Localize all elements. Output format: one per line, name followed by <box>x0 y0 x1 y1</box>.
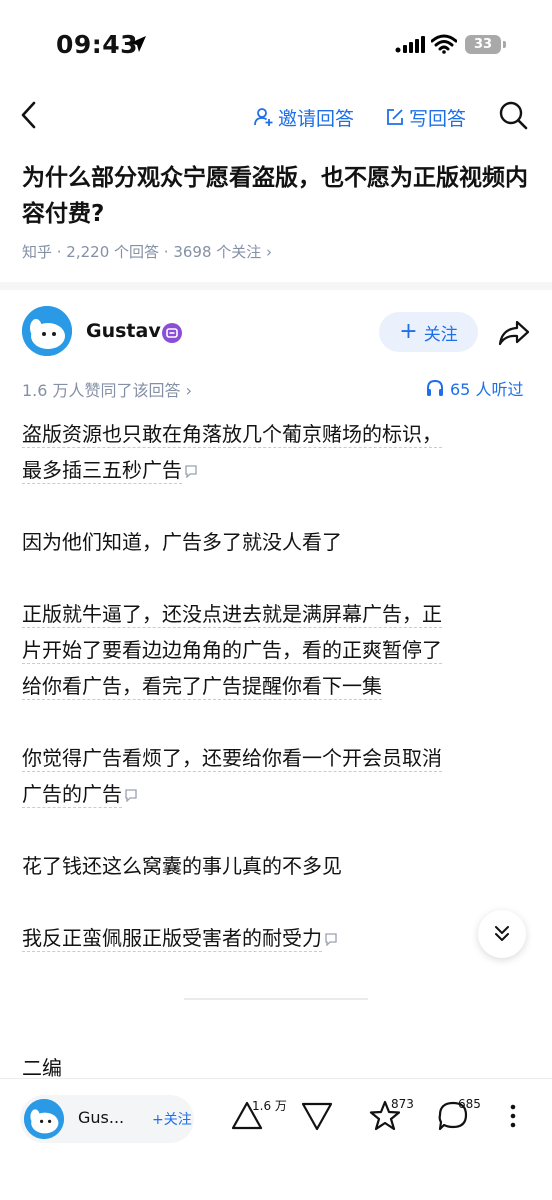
text-line: 因为他们知道，广告多了就没人看了 <box>22 530 342 554</box>
paragraph-1: 盗版资源也只敢在角落放几个葡京赌场的标识， 最多插三五秒广告 <box>22 416 522 488</box>
cellular-signal-icon <box>395 36 425 53</box>
listen-label: 65 人听过 <box>450 380 524 399</box>
plus-icon: + <box>399 319 418 344</box>
comment-count: 685 <box>458 1097 481 1111</box>
author-avatar[interactable] <box>22 306 72 356</box>
headphones-icon <box>427 379 443 396</box>
comment-bubble-icon[interactable] <box>184 464 198 478</box>
edit-icon <box>387 109 403 125</box>
avatar-image <box>24 1099 64 1139</box>
question-meta[interactable]: 知乎 · 2,220 个回答 · 3698 个关注 › <box>22 241 272 262</box>
favorite-count: 873 <box>391 1097 414 1111</box>
nav-bar: 邀请回答 写回答 <box>0 90 552 146</box>
text-line: 花了钱还这么窝囊的事儿真的不多见 <box>22 854 342 878</box>
listen-count[interactable]: 65 人听过 <box>426 376 523 400</box>
downvote-icon[interactable] <box>300 1099 334 1133</box>
author-pill[interactable]: Gus... +关注 <box>20 1095 194 1143</box>
author-name-short: Gus... <box>78 1108 125 1127</box>
share-icon[interactable] <box>497 318 531 348</box>
location-arrow-icon <box>130 36 146 52</box>
status-time: 09:43 <box>56 30 139 59</box>
content-separator <box>184 998 368 1000</box>
text-line[interactable]: 你觉得广告看烦了，还要给你看一个开会员取消 <box>22 746 442 772</box>
battery-tip <box>503 41 506 48</box>
paragraph-2: 因为他们知道，广告多了就没人看了 <box>22 524 522 560</box>
follow-button[interactable]: + 关注 <box>379 312 478 352</box>
text-line[interactable]: 盗版资源也只敢在角落放几个葡京赌场的标识， <box>22 422 442 448</box>
comment-bubble-icon[interactable] <box>324 932 338 946</box>
text-line[interactable]: 广告的广告 <box>22 782 122 808</box>
text-line[interactable]: 片开始了要看边边角角的广告，看的正爽暂停了 <box>22 638 442 664</box>
text-line[interactable]: 正版就牛逼了，还没点进去就是满屏幕广告，正 <box>22 602 442 628</box>
answer-content: 盗版资源也只敢在角落放几个葡京赌场的标识， 最多插三五秒广告 因为他们知道，广告… <box>22 416 522 992</box>
more-options-icon[interactable] <box>498 1099 528 1133</box>
person-add-icon <box>254 108 273 126</box>
question-title[interactable]: 为什么部分观众宁愿看盗版，也不愿为正版视频内容付费? <box>22 160 532 232</box>
paragraph-4: 你觉得广告看烦了，还要给你看一个开会员取消 广告的广告 <box>22 740 522 812</box>
write-answer-button[interactable]: 写回答 <box>385 102 466 132</box>
status-bar: 09:43 33 <box>0 0 552 90</box>
search-icon[interactable] <box>498 100 528 130</box>
invite-answer-button[interactable]: 邀请回答 <box>254 102 354 132</box>
author-badge-icon <box>162 323 182 343</box>
comment-bubble-icon[interactable] <box>124 788 138 802</box>
battery-level: 33 <box>465 35 501 54</box>
text-line[interactable]: 最多插三五秒广告 <box>22 458 182 484</box>
pill-follow-button[interactable]: +关注 <box>152 1109 192 1129</box>
section-divider <box>0 282 552 290</box>
text-line[interactable]: 我反正蛮佩服正版受害者的耐受力 <box>22 926 322 952</box>
paragraph-6: 我反正蛮佩服正版受害者的耐受力 <box>22 920 522 956</box>
double-chevron-down-icon <box>495 926 509 941</box>
author-avatar-small[interactable] <box>24 1099 64 1139</box>
upvote-count: 1.6 万 <box>252 1099 287 1113</box>
follow-label: 关注 <box>423 324 458 345</box>
back-arrow-icon[interactable] <box>18 100 40 130</box>
invite-answer-label: 邀请回答 <box>278 107 355 130</box>
avatar-image <box>22 306 72 356</box>
wifi-icon <box>431 34 457 54</box>
write-answer-label: 写回答 <box>409 107 467 130</box>
likes-summary[interactable]: 1.6 万人赞同了该回答 › <box>22 377 192 401</box>
author-name[interactable]: Gustav <box>86 320 161 342</box>
bottom-action-bar: Gus... +关注 1.6 万 873 685 <box>0 1078 552 1200</box>
paragraph-3: 正版就牛逼了，还没点进去就是满屏幕广告，正 片开始了要看边边角角的广告，看的正爽… <box>22 596 522 704</box>
scroll-down-button[interactable] <box>478 910 526 958</box>
edit-heading: 二编 <box>22 1056 62 1080</box>
paragraph-5: 花了钱还这么窝囊的事儿真的不多见 <box>22 848 522 884</box>
text-line[interactable]: 给你看广告，看完了广告提醒你看下一集 <box>22 674 382 700</box>
